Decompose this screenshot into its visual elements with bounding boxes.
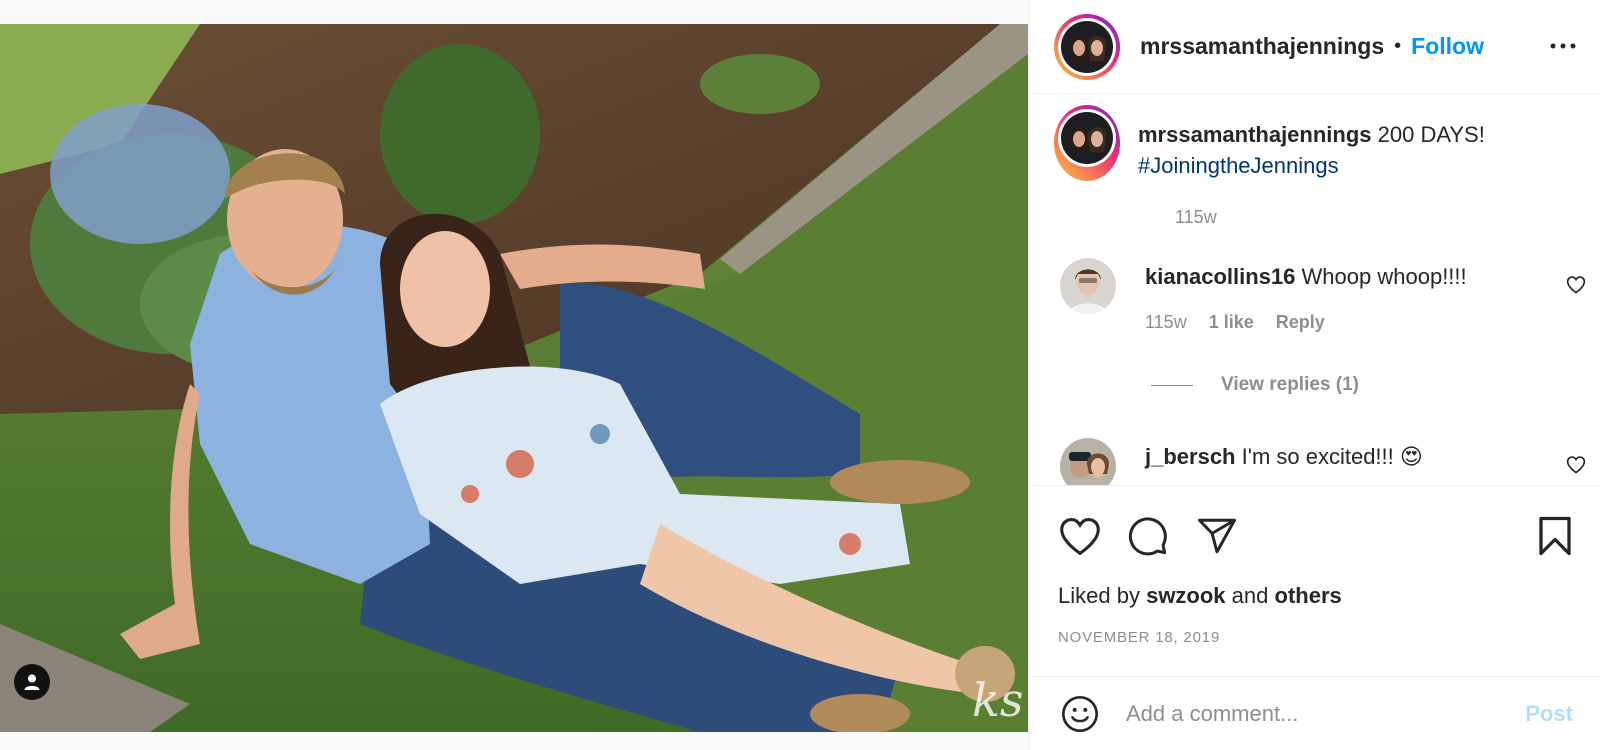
- caption-username[interactable]: mrssamanthajennings: [1138, 122, 1372, 147]
- comment-likes[interactable]: 1 like: [1209, 312, 1254, 333]
- follow-button[interactable]: Follow: [1411, 33, 1484, 60]
- comment-item: j_bersch I'm so excited!!! 😍: [1060, 438, 1600, 485]
- comment-item: kianacollins16 Whoop whoop!!!! 115w 1 li…: [1060, 258, 1600, 333]
- share-icon[interactable]: [1196, 515, 1238, 557]
- commenter-avatar[interactable]: [1060, 438, 1116, 485]
- comment-username[interactable]: j_bersch: [1145, 444, 1236, 469]
- liked-by-and: and: [1231, 583, 1269, 608]
- author-avatar[interactable]: [1054, 13, 1120, 80]
- emoji-icon[interactable]: [1060, 694, 1100, 734]
- couple-photo-illustration: ks: [0, 24, 1028, 732]
- post-photo[interactable]: ks: [0, 24, 1028, 732]
- caption-author-avatar[interactable]: [1054, 105, 1120, 181]
- separator-dot: •: [1394, 35, 1402, 57]
- comments-list[interactable]: mrssamanthajennings 200 DAYS! #Joiningth…: [1030, 95, 1600, 485]
- post-actions: Liked by swzook and others NOVEMBER 18, …: [1030, 485, 1600, 675]
- view-replies-button[interactable]: View replies (1): [1151, 374, 1359, 396]
- caption-text: mrssamanthajennings 200 DAYS! #Joiningth…: [1138, 119, 1558, 181]
- heart-icon[interactable]: [1058, 515, 1102, 557]
- like-comment-heart-icon[interactable]: [1566, 455, 1586, 475]
- post-comment-button[interactable]: Post: [1525, 701, 1573, 727]
- comment-timestamp[interactable]: 115w: [1145, 312, 1187, 333]
- caption-timestamp[interactable]: 115w: [1175, 207, 1217, 228]
- comment-text: I'm so excited!!! 😍: [1241, 444, 1423, 469]
- post-caption: mrssamanthajennings 200 DAYS! #Joiningth…: [1054, 105, 1558, 227]
- comment-icon[interactable]: [1127, 515, 1169, 557]
- post-date[interactable]: NOVEMBER 18, 2019: [1058, 629, 1220, 646]
- caption-hashtag[interactable]: #JoiningtheJennings: [1138, 150, 1558, 181]
- like-comment-heart-icon[interactable]: [1566, 275, 1586, 295]
- comment-input[interactable]: [1126, 700, 1496, 727]
- bookmark-icon[interactable]: [1536, 515, 1574, 557]
- replies-divider: [1151, 384, 1193, 386]
- liked-by-user[interactable]: swzook: [1146, 583, 1225, 608]
- commenter-avatar[interactable]: [1060, 258, 1116, 314]
- comment-text: Whoop whoop!!!!: [1301, 264, 1467, 289]
- liked-by-others[interactable]: others: [1275, 583, 1342, 608]
- photo-watermark: ks: [972, 673, 1023, 727]
- reply-button[interactable]: Reply: [1276, 312, 1325, 333]
- add-comment-bar: Post: [1030, 676, 1600, 750]
- person-icon: [24, 674, 40, 690]
- post-header: mrssamanthajennings • Follow: [1030, 0, 1600, 94]
- author-username[interactable]: mrssamanthajennings: [1140, 33, 1384, 60]
- post-media: ks: [0, 0, 1030, 750]
- caption-body: 200 DAYS!: [1377, 122, 1485, 147]
- view-replies-label: View replies (1): [1221, 374, 1359, 395]
- liked-by-prefix: Liked by: [1058, 583, 1140, 608]
- post-side-panel: mrssamanthajennings • Follow mrssamantha…: [1029, 0, 1600, 750]
- tagged-users-button[interactable]: [14, 664, 50, 700]
- liked-by-text: Liked by swzook and others: [1058, 583, 1342, 609]
- more-options-icon[interactable]: [1549, 32, 1577, 60]
- comment-username[interactable]: kianacollins16: [1145, 264, 1295, 289]
